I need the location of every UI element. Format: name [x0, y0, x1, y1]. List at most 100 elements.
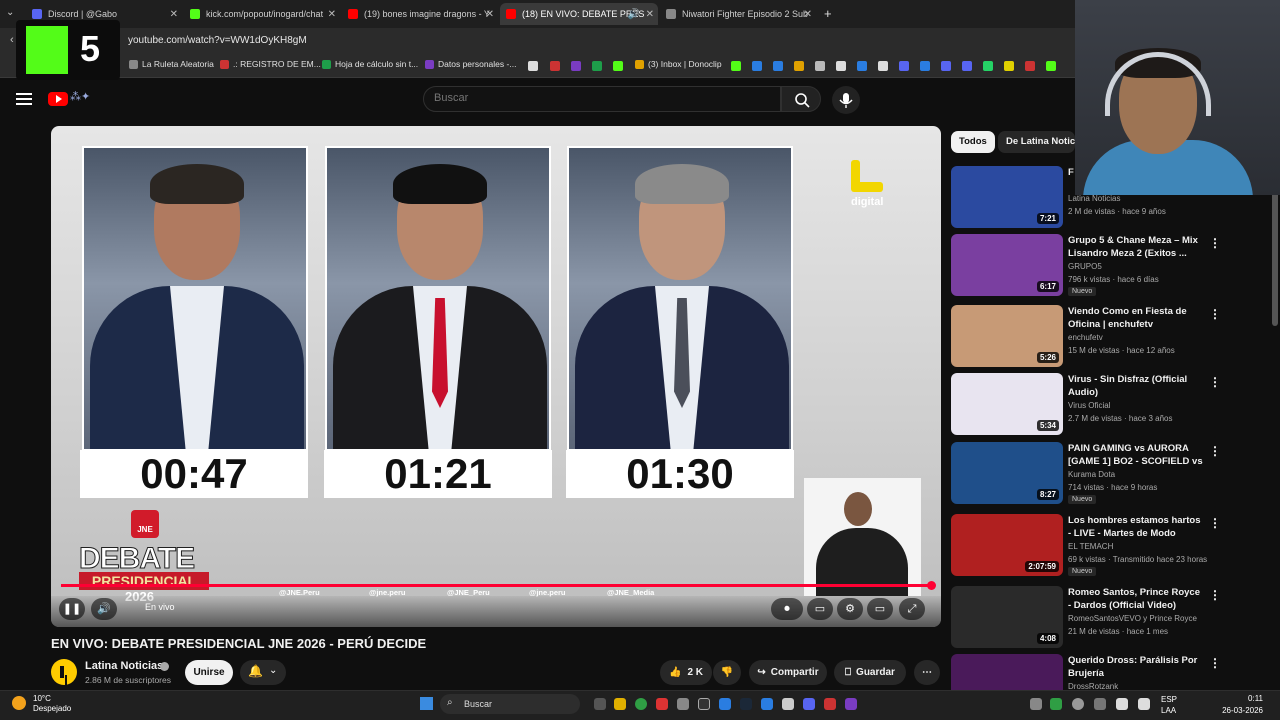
menu-icon[interactable]: [16, 93, 32, 105]
more-icon[interactable]: ⋮: [1209, 236, 1221, 250]
progress-scrubber[interactable]: [927, 581, 936, 590]
close-tab-icon[interactable]: ✕: [170, 9, 178, 20]
whatsapp-icon[interactable]: [983, 61, 993, 71]
join-button[interactable]: Unirse: [185, 660, 233, 685]
search-button[interactable]: [781, 86, 821, 112]
tray-icon[interactable]: [1030, 698, 1042, 710]
kick-icon[interactable]: [613, 61, 623, 71]
video-title[interactable]: Romeo Santos, Prince Royce - Dardos (Off…: [1068, 586, 1204, 612]
close-tab-icon[interactable]: ✕: [486, 9, 494, 20]
bookmark-icon[interactable]: [815, 61, 825, 71]
app-icon[interactable]: [761, 698, 773, 710]
bookmark-icon[interactable]: [571, 61, 581, 71]
live-indicator[interactable]: En vivo: [145, 602, 175, 612]
weather-temperature[interactable]: 10°C: [33, 694, 51, 703]
bookmark-icon[interactable]: [752, 61, 762, 71]
bookmark-ruleta[interactable]: La Ruleta Aleatoria: [129, 59, 214, 69]
tray-icon[interactable]: [1050, 698, 1062, 710]
tray-icon[interactable]: [1094, 698, 1106, 710]
new-tab-button[interactable]: +: [824, 6, 832, 21]
autoplay-toggle[interactable]: ⏺: [771, 598, 803, 620]
like-button[interactable]: 👍 2 K: [660, 660, 712, 685]
tab-youtube-debate[interactable]: (18) EN VIVO: DEBATE PRES 🔊 ✕: [500, 3, 658, 25]
bookmark-datos[interactable]: Datos personales -...: [425, 59, 516, 69]
close-tab-icon[interactable]: ✕: [804, 9, 812, 20]
subtitles-button[interactable]: ▭: [807, 598, 833, 620]
bookmark-icon[interactable]: [731, 61, 741, 71]
bookmark-icon[interactable]: [836, 61, 846, 71]
video-thumbnail[interactable]: 5:26: [951, 305, 1063, 367]
more-icon[interactable]: ⋮: [1209, 656, 1221, 670]
channel-name[interactable]: DrossRotzank: [1068, 682, 1118, 690]
search-box[interactable]: [423, 86, 781, 112]
app-icon[interactable]: [845, 698, 857, 710]
more-actions-button[interactable]: ⋯: [914, 660, 940, 685]
url-field[interactable]: youtube.com/watch?v=WW1dOyKH8gM: [128, 35, 307, 46]
network-icon[interactable]: [1116, 698, 1128, 710]
save-button[interactable]: ⎕ Guardar: [834, 660, 906, 685]
speaker-icon[interactable]: 🔊: [628, 9, 640, 20]
volume-button[interactable]: 🔊: [91, 598, 117, 620]
list-item[interactable]: Querido Dross: Parálisis Por Brujería Dr…: [951, 654, 1221, 690]
weather-icon[interactable]: [12, 696, 26, 710]
tab-niwatori[interactable]: Niwatori Fighter Episodio 2 Sub ✕: [660, 3, 816, 25]
channel-name[interactable]: enchufetv: [1068, 333, 1103, 342]
volume-icon[interactable]: [1138, 698, 1150, 710]
start-icon[interactable]: [420, 697, 433, 710]
video-thumbnail[interactable]: 4:08: [951, 586, 1063, 648]
dislike-button[interactable]: 👎: [713, 660, 741, 685]
list-item[interactable]: 5:34 Virus - Sin Disfraz (Official Audio…: [951, 373, 1221, 435]
bookmark-icon[interactable]: [941, 61, 951, 71]
video-player[interactable]: 00:47 01:21 01:30 digital JNE DEBATE PRE…: [51, 126, 941, 627]
tray-icon[interactable]: [1072, 698, 1084, 710]
video-thumbnail[interactable]: 5:34: [951, 373, 1063, 435]
bookmark-icon[interactable]: [962, 61, 972, 71]
bookmark-icon[interactable]: [773, 61, 783, 71]
bookmark-icon[interactable]: [1025, 61, 1035, 71]
bookmark-icon[interactable]: [550, 61, 560, 71]
channel-name[interactable]: Kurama Dota: [1068, 470, 1115, 479]
chip-all[interactable]: Todos: [951, 131, 995, 153]
discord-icon[interactable]: [803, 698, 815, 710]
bookmark-icon[interactable]: [878, 61, 888, 71]
theater-mode-button[interactable]: ▭: [867, 598, 893, 620]
video-title[interactable]: Querido Dross: Parálisis Por Brujería: [1068, 654, 1204, 680]
tab-youtube-bones[interactable]: (19) bones imagine dragons - Y ✕: [342, 3, 498, 25]
chrome-icon[interactable]: [635, 698, 647, 710]
video-thumbnail[interactable]: [951, 654, 1063, 690]
weather-description[interactable]: Despejado: [33, 704, 71, 713]
more-icon[interactable]: ⋮: [1209, 516, 1221, 530]
video-title[interactable]: Grupo 5 & Chane Meza – Mix Lisandro Meza…: [1068, 234, 1204, 260]
bookmark-hoja[interactable]: Hoja de cálculo sin t...: [322, 59, 418, 69]
bookmark-donoclip[interactable]: (3) Inbox | Donoclip: [635, 59, 722, 69]
list-item[interactable]: 6:17 Grupo 5 & Chane Meza – Mix Lisandro…: [951, 234, 1221, 296]
more-icon[interactable]: ⋮: [1209, 375, 1221, 389]
channel-name[interactable]: GRUPO5: [1068, 262, 1102, 271]
video-title[interactable]: Los hombres estamos hartos - LIVE - Mart…: [1068, 514, 1204, 540]
video-thumbnail[interactable]: 6:17: [951, 234, 1063, 296]
app-icon[interactable]: [677, 698, 689, 710]
messenger-icon[interactable]: [920, 61, 930, 71]
channel-name[interactable]: EL TEMACH: [1068, 542, 1113, 551]
task-view-icon[interactable]: [594, 698, 606, 710]
list-item[interactable]: 8:27 PAIN GAMING vs AURORA [GAME 1] BO2 …: [951, 442, 1221, 504]
video-thumbnail[interactable]: 7:21: [951, 166, 1063, 228]
bookmark-icon[interactable]: [857, 61, 867, 71]
taskbar-search[interactable]: [440, 694, 580, 714]
file-explorer-icon[interactable]: [614, 698, 626, 710]
language-indicator[interactable]: ESP: [1161, 695, 1177, 704]
app-icon[interactable]: [719, 698, 731, 710]
app-icon[interactable]: [782, 698, 794, 710]
more-icon[interactable]: ⋮: [1209, 588, 1221, 602]
clock-time[interactable]: 0:11: [1223, 694, 1263, 703]
channel-name[interactable]: RomeoSantosVEVO y Prince Royce: [1068, 614, 1197, 623]
back-icon[interactable]: ‹: [10, 34, 14, 46]
app-icon[interactable]: [698, 698, 710, 710]
voice-search-button[interactable]: [832, 86, 860, 114]
more-icon[interactable]: ⋮: [1209, 444, 1221, 458]
bookmark-icon[interactable]: [794, 61, 804, 71]
close-tab-icon[interactable]: ✕: [646, 9, 654, 20]
list-item[interactable]: 2:07:59 Los hombres estamos hartos - LIV…: [951, 514, 1221, 576]
steam-icon[interactable]: [740, 698, 752, 710]
bookmark-registro[interactable]: .: REGISTRO DE EM...: [220, 59, 321, 69]
